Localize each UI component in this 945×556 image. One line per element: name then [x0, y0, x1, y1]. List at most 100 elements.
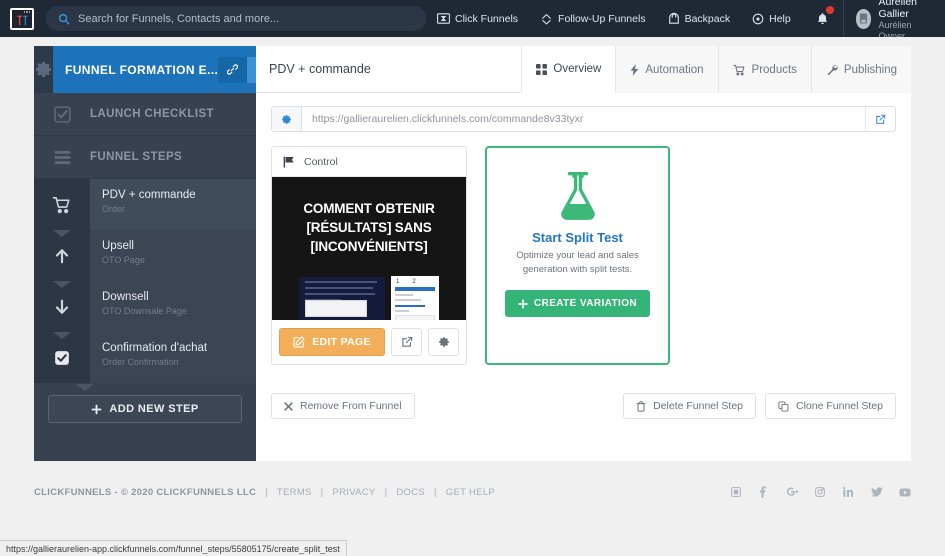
gear-icon[interactable]: [272, 107, 302, 131]
control-card-label: Control: [304, 155, 338, 168]
arrow-up-icon: [34, 230, 90, 281]
delete-funnel-step-button[interactable]: Delete Funnel Step: [623, 393, 757, 419]
sidebar-footer: ADD NEW STEP: [34, 383, 256, 461]
tab-products[interactable]: Products: [717, 46, 811, 93]
funnel-sidebar: FUNNEL FORMATION E... LAUNCH CHECKLIST F…: [34, 46, 326, 461]
user-first-name: Aurélien: [878, 19, 912, 30]
funnel-step-upsell[interactable]: Upsell OTO Page: [34, 230, 256, 281]
clone-funnel-step-button[interactable]: Clone Funnel Step: [765, 393, 896, 419]
footer-link-docs[interactable]: DOCS: [396, 487, 425, 498]
clone-funnel-step-label: Clone Funnel Step: [796, 400, 883, 412]
split-test-description: Optimize your lead and sales generation …: [516, 250, 639, 275]
main-content: PDV + commande Overview Automation Produ…: [256, 46, 911, 461]
create-variation-label: CREATE VARIATION: [533, 298, 638, 309]
gear-icon[interactable]: [34, 46, 53, 93]
nav-item-backpack[interactable]: Backpack: [657, 0, 742, 37]
step-connector: [76, 384, 94, 391]
funnel-step-type: Order Confirmation: [102, 357, 179, 367]
add-new-step-label: ADD NEW STEP: [109, 403, 199, 415]
linkedin-icon[interactable]: [843, 487, 855, 497]
tab-automation[interactable]: Automation: [615, 46, 718, 93]
wrench-icon: [826, 64, 838, 76]
tab-label: Overview: [553, 63, 602, 75]
remove-from-funnel-button[interactable]: Remove From Funnel: [271, 393, 415, 419]
thumbnail-form-block: 12: [391, 276, 439, 320]
funnel-step-downsell[interactable]: Downsell OTO Downsale Page: [34, 281, 256, 332]
backpack-icon: [668, 12, 680, 25]
footer-link-privacy[interactable]: PRIVACY: [332, 487, 375, 498]
top-navbar-right: Click Funnels Follow-Up Funnels Backpack: [426, 0, 945, 41]
global-search[interactable]: [46, 6, 426, 31]
create-variation-button[interactable]: CREATE VARIATION: [504, 290, 651, 317]
tab-label: Products: [751, 63, 797, 76]
tab-overview[interactable]: Overview: [521, 46, 616, 93]
top-navbar: ⊺⊺ Click Funnels Follow-Up Funnels: [0, 0, 945, 41]
footer-links: | TERMS | PRIVACY | DOCS | GET HELP: [265, 487, 495, 498]
cart-icon: [34, 179, 90, 230]
funnel-step-type: Order: [102, 204, 126, 214]
preview-page-button[interactable]: [391, 328, 422, 356]
instagram-icon[interactable]: [815, 487, 827, 497]
search-icon: [58, 13, 70, 25]
trash-icon: [636, 400, 646, 412]
step-connector: [53, 332, 71, 339]
external-link-icon[interactable]: [865, 107, 895, 131]
funnel-title: FUNNEL FORMATION E...: [65, 62, 219, 77]
control-card-actions: EDIT PAGE: [272, 320, 466, 364]
pencil-square-icon: [293, 336, 305, 348]
facebook-icon[interactable]: [759, 486, 771, 498]
footer-link-terms[interactable]: TERMS: [277, 487, 312, 498]
avatar: [855, 8, 872, 29]
hamburger-icon: [34, 136, 90, 179]
app-shell: FUNNEL FORMATION E... LAUNCH CHECKLIST F…: [34, 46, 911, 461]
nav-item-label: Backpack: [684, 12, 731, 25]
search-input[interactable]: [78, 12, 414, 25]
step-actions: Remove From Funnel Delete Funnel Step Cl…: [271, 393, 896, 419]
funnel-step-type: OTO Page: [102, 255, 145, 265]
user-menu[interactable]: Aurélien Gallier Aurélien Owner: [842, 0, 945, 41]
grid-icon[interactable]: [731, 487, 743, 497]
sidebar-item-label: LAUNCH CHECKLIST: [90, 108, 214, 120]
tab-publishing[interactable]: Publishing: [810, 46, 911, 93]
gear-icon: [438, 336, 450, 348]
nav-item-help[interactable]: Help: [741, 0, 802, 37]
twitter-icon[interactable]: [871, 487, 883, 497]
follow-up-funnels-icon: [540, 13, 553, 25]
funnel-step-confirmation-achat[interactable]: Confirmation d'achat Order Confirmation: [34, 332, 256, 383]
edit-page-button[interactable]: EDIT PAGE: [279, 328, 385, 356]
external-link-icon: [401, 336, 413, 348]
clickfunnels-logo-icon[interactable]: ⊺⊺: [10, 7, 34, 30]
google-plus-icon[interactable]: [787, 487, 799, 497]
link-icon[interactable]: [218, 56, 248, 83]
nav-item-click-funnels[interactable]: Click Funnels: [426, 0, 529, 37]
step-connector: [53, 230, 71, 237]
funnel-step-pdv-commande[interactable]: PDV + commande Order: [34, 179, 256, 230]
content-tabs: PDV + commande Overview Automation Produ…: [256, 46, 911, 93]
split-test-card: Start Split Test Optimize your lead and …: [485, 146, 670, 365]
checklist-icon: [34, 93, 90, 136]
user-name: Aurélien Gallier: [878, 0, 917, 20]
notifications-button[interactable]: [802, 0, 843, 37]
page-title: PDV + commande: [256, 46, 522, 92]
browser-status-bar: https://gallieraurelien-app.clickfunnels…: [0, 540, 347, 556]
status-bar-url: https://gallieraurelien-app.clickfunnels…: [6, 543, 340, 554]
sidebar-item-funnel-steps[interactable]: FUNNEL STEPS: [34, 136, 256, 179]
checkbox-icon: [34, 332, 90, 383]
sidebar-item-launch-checklist[interactable]: LAUNCH CHECKLIST: [34, 93, 256, 136]
copy-icon: [778, 400, 789, 412]
page-thumbnail[interactable]: COMMENT OBTENIR [RÉSULTATS] SANS [INCONV…: [272, 177, 466, 320]
edit-page-label: EDIT PAGE: [312, 336, 371, 348]
page-url-text[interactable]: https://gallieraurelien.clickfunnels.com…: [302, 107, 865, 131]
add-new-step-button[interactable]: ADD NEW STEP: [48, 384, 242, 423]
flask-icon: [553, 170, 603, 222]
help-icon: [752, 13, 764, 25]
footer-link-get-help[interactable]: GET HELP: [446, 487, 495, 498]
page-settings-button[interactable]: [428, 328, 459, 356]
nav-item-follow-up-funnels[interactable]: Follow-Up Funnels: [529, 0, 657, 37]
funnel-header: FUNNEL FORMATION E...: [34, 46, 326, 93]
youtube-icon[interactable]: [899, 488, 911, 497]
page-url-bar: https://gallieraurelien.clickfunnels.com…: [271, 106, 896, 132]
notification-badge: [825, 6, 834, 14]
footer-social-links: [731, 486, 911, 498]
funnel-step-name: Downsell: [102, 291, 149, 303]
